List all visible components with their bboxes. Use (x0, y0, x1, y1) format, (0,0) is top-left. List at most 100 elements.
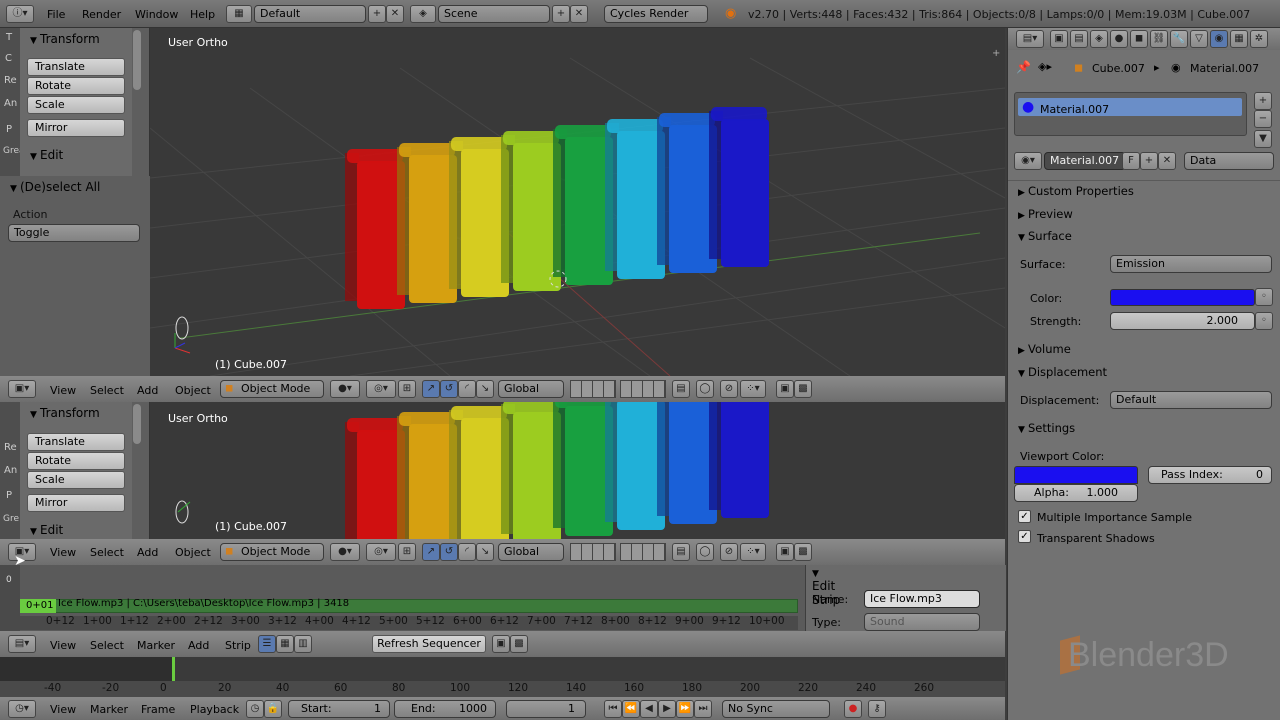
mis-checkbox[interactable]: ✓ (1018, 510, 1031, 523)
menu-render[interactable]: Render (82, 8, 121, 21)
next-key-icon[interactable]: ⏩ (676, 700, 694, 718)
particles-tab-icon[interactable]: ✲ (1250, 30, 1268, 48)
current-frame-field[interactable]: 1 (506, 700, 586, 718)
pivot-icon[interactable]: ◎▾ (366, 380, 396, 398)
cube-top[interactable] (451, 137, 507, 151)
mode-select-lower[interactable]: Object Mode (220, 543, 324, 561)
scene-tab-icon[interactable]: ◈ (1090, 30, 1108, 48)
tool-scrollbar-lower[interactable] (133, 404, 141, 444)
lock-layers-icon-lower[interactable]: ▤ (672, 543, 690, 561)
record-icon[interactable]: ● (844, 700, 862, 718)
volume-panel[interactable]: ▶ Volume (1018, 342, 1071, 356)
cube-front[interactable] (721, 402, 769, 518)
proportional-icon[interactable]: ◯ (696, 380, 714, 398)
jump-start-icon[interactable]: ⏮ (604, 700, 622, 718)
custom-props-panel[interactable]: ▶ Custom Properties (1018, 184, 1134, 198)
pivot-icon-lower[interactable]: ◎▾ (366, 543, 396, 561)
seq-render-icon[interactable]: ▣ (492, 635, 510, 653)
snap-toggle-icon-lower[interactable]: ⊘ (720, 543, 738, 561)
menu-object[interactable]: Object (175, 384, 211, 397)
cube-top[interactable] (659, 113, 715, 127)
menu-view-lower[interactable]: View (50, 546, 76, 559)
translate-button-lower[interactable]: Translate (27, 433, 125, 451)
transparent-shadows-checkbox[interactable]: ✓ (1018, 530, 1031, 543)
render-anim-icon-lower[interactable]: ▩ (794, 543, 812, 561)
tab-physics[interactable]: P (6, 124, 12, 135)
render-engine-select[interactable]: Cycles Render (604, 5, 708, 23)
transform-title[interactable]: ▼ Transform (30, 32, 100, 46)
edit-title[interactable]: ▼ Edit (30, 148, 63, 162)
unlink-material-icon[interactable]: ✕ (1158, 152, 1176, 170)
cube-top[interactable] (711, 107, 767, 121)
cube-side[interactable] (605, 123, 619, 271)
cube-top[interactable] (503, 131, 559, 145)
translate-button[interactable]: Translate (27, 58, 125, 76)
edit-title-lower[interactable]: ▼ Edit (30, 523, 63, 537)
surface-panel[interactable]: ▼ Surface (1018, 229, 1072, 243)
cube-side[interactable] (501, 404, 515, 534)
pass-index-field[interactable]: Pass Index: 0 (1148, 466, 1272, 484)
tool-scrollbar[interactable] (133, 30, 141, 90)
props-editor-icon[interactable]: ▤▾ (1016, 30, 1044, 48)
translate-manip-icon-lower[interactable]: ↗ (422, 543, 440, 561)
rainbow-cubes-lower[interactable] (345, 402, 769, 540)
timeline-area[interactable]: -40 -20 0 20 40 60 80 100 120 140 160 180 200 220 240 2… (0, 657, 1005, 697)
scale-manip-icon[interactable]: ↘ (476, 380, 494, 398)
cube-side[interactable] (397, 147, 411, 295)
add-layout-icon[interactable]: + (368, 5, 386, 23)
cube-top[interactable] (399, 143, 455, 157)
seq-menu-select[interactable]: Select (90, 639, 124, 652)
browse-material-icon[interactable]: ◉▾ (1014, 152, 1042, 170)
seq-editor-icon[interactable]: ▤▾ (8, 635, 36, 653)
layout-icon[interactable]: ▦ (226, 5, 252, 23)
settings-panel[interactable]: ▼ Settings (1018, 421, 1075, 435)
rotate-manip-icon[interactable]: ↺ (440, 380, 458, 398)
cube-side[interactable] (709, 111, 723, 259)
strip-name-input[interactable]: Ice Flow.mp3 (864, 590, 980, 608)
modifiers-tab-icon[interactable]: 🔧 (1170, 30, 1188, 48)
transform-title-lower[interactable]: ▼ Transform (30, 406, 100, 420)
scene-icon[interactable]: ◈ (410, 5, 436, 23)
translate-manip-icon[interactable]: ↗ (422, 380, 440, 398)
cube-side[interactable] (397, 416, 411, 540)
world-tab-icon[interactable]: ● (1110, 30, 1128, 48)
seq-menu-view[interactable]: View (50, 639, 76, 652)
render-anim-icon[interactable]: ▩ (794, 380, 812, 398)
layout-field[interactable]: Default (254, 5, 366, 23)
viewport-3d-bottom[interactable]: User Ortho (1) Cube.007 (150, 402, 1005, 540)
cube-side[interactable] (345, 153, 359, 301)
menu-select-lower[interactable]: Select (90, 546, 124, 559)
cube-side[interactable] (553, 402, 567, 528)
cube-front[interactable] (721, 119, 769, 267)
fake-user-button[interactable]: F (1122, 152, 1140, 170)
shading-icon[interactable]: ●▾ (330, 380, 360, 398)
menu-window[interactable]: Window (135, 8, 178, 21)
rainbow-cubes[interactable] (345, 107, 769, 309)
play-icon[interactable]: ▶ (658, 700, 676, 718)
tl-menu-playback[interactable]: Playback (190, 703, 239, 716)
shading-icon-lower[interactable]: ●▾ (330, 543, 360, 561)
strip-type-select[interactable]: Sound (864, 613, 980, 631)
surface-select[interactable]: Emission (1110, 255, 1272, 273)
rotate-button[interactable]: Rotate (27, 77, 125, 95)
seq-view-icon[interactable]: ☰ (258, 635, 276, 653)
alpha-slider[interactable]: Alpha: 1.000 (1014, 484, 1138, 502)
render-tab-icon[interactable]: ▣ (1050, 30, 1068, 48)
end-frame-field[interactable]: End: 1000 (394, 700, 496, 718)
displacement-select[interactable]: Default (1110, 391, 1272, 409)
tab-create[interactable]: C (5, 53, 12, 64)
seq-preview-icon[interactable]: ▦ (276, 635, 294, 653)
cube-side[interactable] (605, 402, 619, 522)
layers-a-lower[interactable] (570, 543, 616, 561)
add-scene-icon[interactable]: + (552, 5, 570, 23)
object-tab-icon[interactable]: ◼ (1130, 30, 1148, 48)
close-scene-icon[interactable]: ✕ (570, 5, 588, 23)
keying-icon[interactable]: ⚷ (868, 700, 886, 718)
displacement-panel[interactable]: ▼ Displacement (1018, 365, 1107, 379)
material-tab-icon[interactable]: ◉ (1210, 30, 1228, 48)
cube-side[interactable] (449, 141, 463, 289)
remove-slot-icon[interactable]: − (1254, 110, 1272, 128)
mode-select[interactable]: Object Mode (220, 380, 324, 398)
cube-top[interactable] (399, 412, 455, 426)
play-reverse-icon[interactable]: ◀ (640, 700, 658, 718)
